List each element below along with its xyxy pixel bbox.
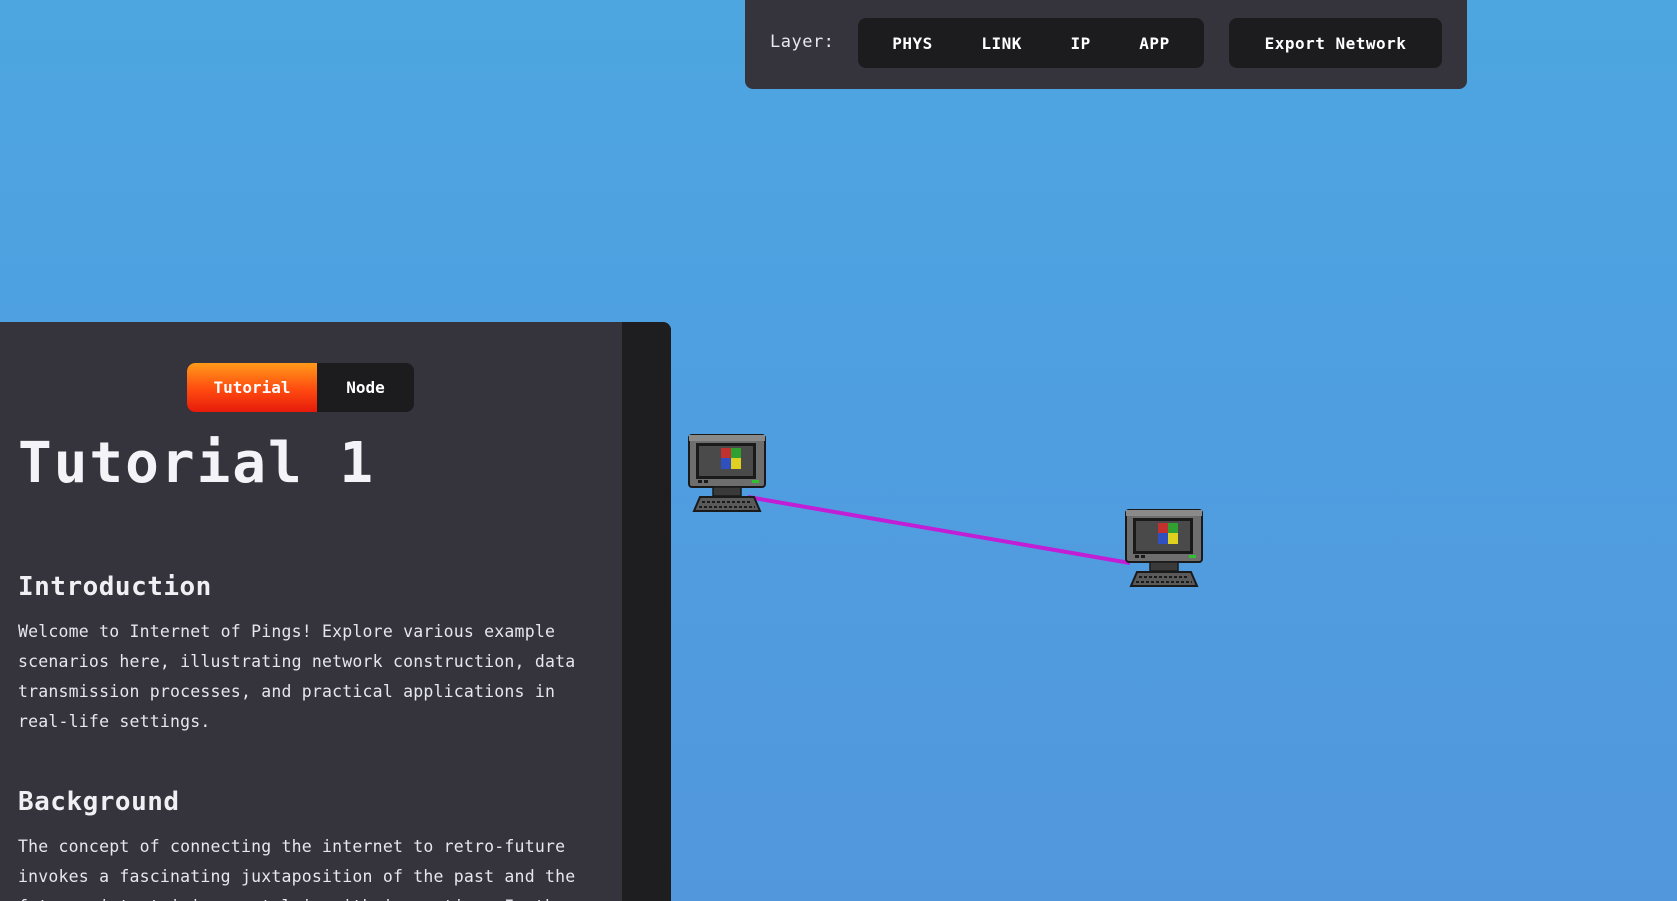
layer-app-button[interactable]: APP	[1127, 28, 1181, 59]
tutorial-content: Tutorial 1 Introduction Welcome to Inter…	[18, 431, 588, 901]
layer-phys-button[interactable]: PHYS	[880, 28, 945, 59]
computer-icon	[688, 434, 766, 512]
layer-ip-button[interactable]: IP	[1058, 28, 1102, 59]
section-heading-introduction: Introduction	[18, 572, 212, 602]
network-node-2[interactable]	[1123, 508, 1205, 590]
tab-node[interactable]: Node	[317, 363, 414, 412]
network-link[interactable]	[747, 495, 1131, 565]
layer-label: Layer:	[770, 32, 835, 52]
top-toolbar: Layer: PHYS LINK IP APP Export Network	[745, 0, 1467, 89]
tab-tutorial[interactable]: Tutorial	[187, 363, 317, 412]
section-body-introduction: Welcome to Internet of Pings! Explore va…	[18, 622, 576, 731]
tutorial-title: Tutorial 1	[18, 431, 376, 496]
panel-tabs: Tutorial Node	[187, 363, 414, 412]
layer-selector: PHYS LINK IP APP	[858, 18, 1204, 68]
section-heading-background: Background	[18, 787, 180, 817]
export-network-button[interactable]: Export Network	[1229, 18, 1442, 68]
section-body-background: The concept of connecting the internet t…	[18, 837, 576, 901]
panel-scrollbar[interactable]	[622, 322, 671, 901]
computer-icon	[1125, 509, 1203, 587]
layer-link-button[interactable]: LINK	[969, 28, 1034, 59]
network-node-1[interactable]	[686, 433, 768, 515]
side-panel: Tutorial Node Tutorial 1 Introduction We…	[0, 322, 671, 901]
